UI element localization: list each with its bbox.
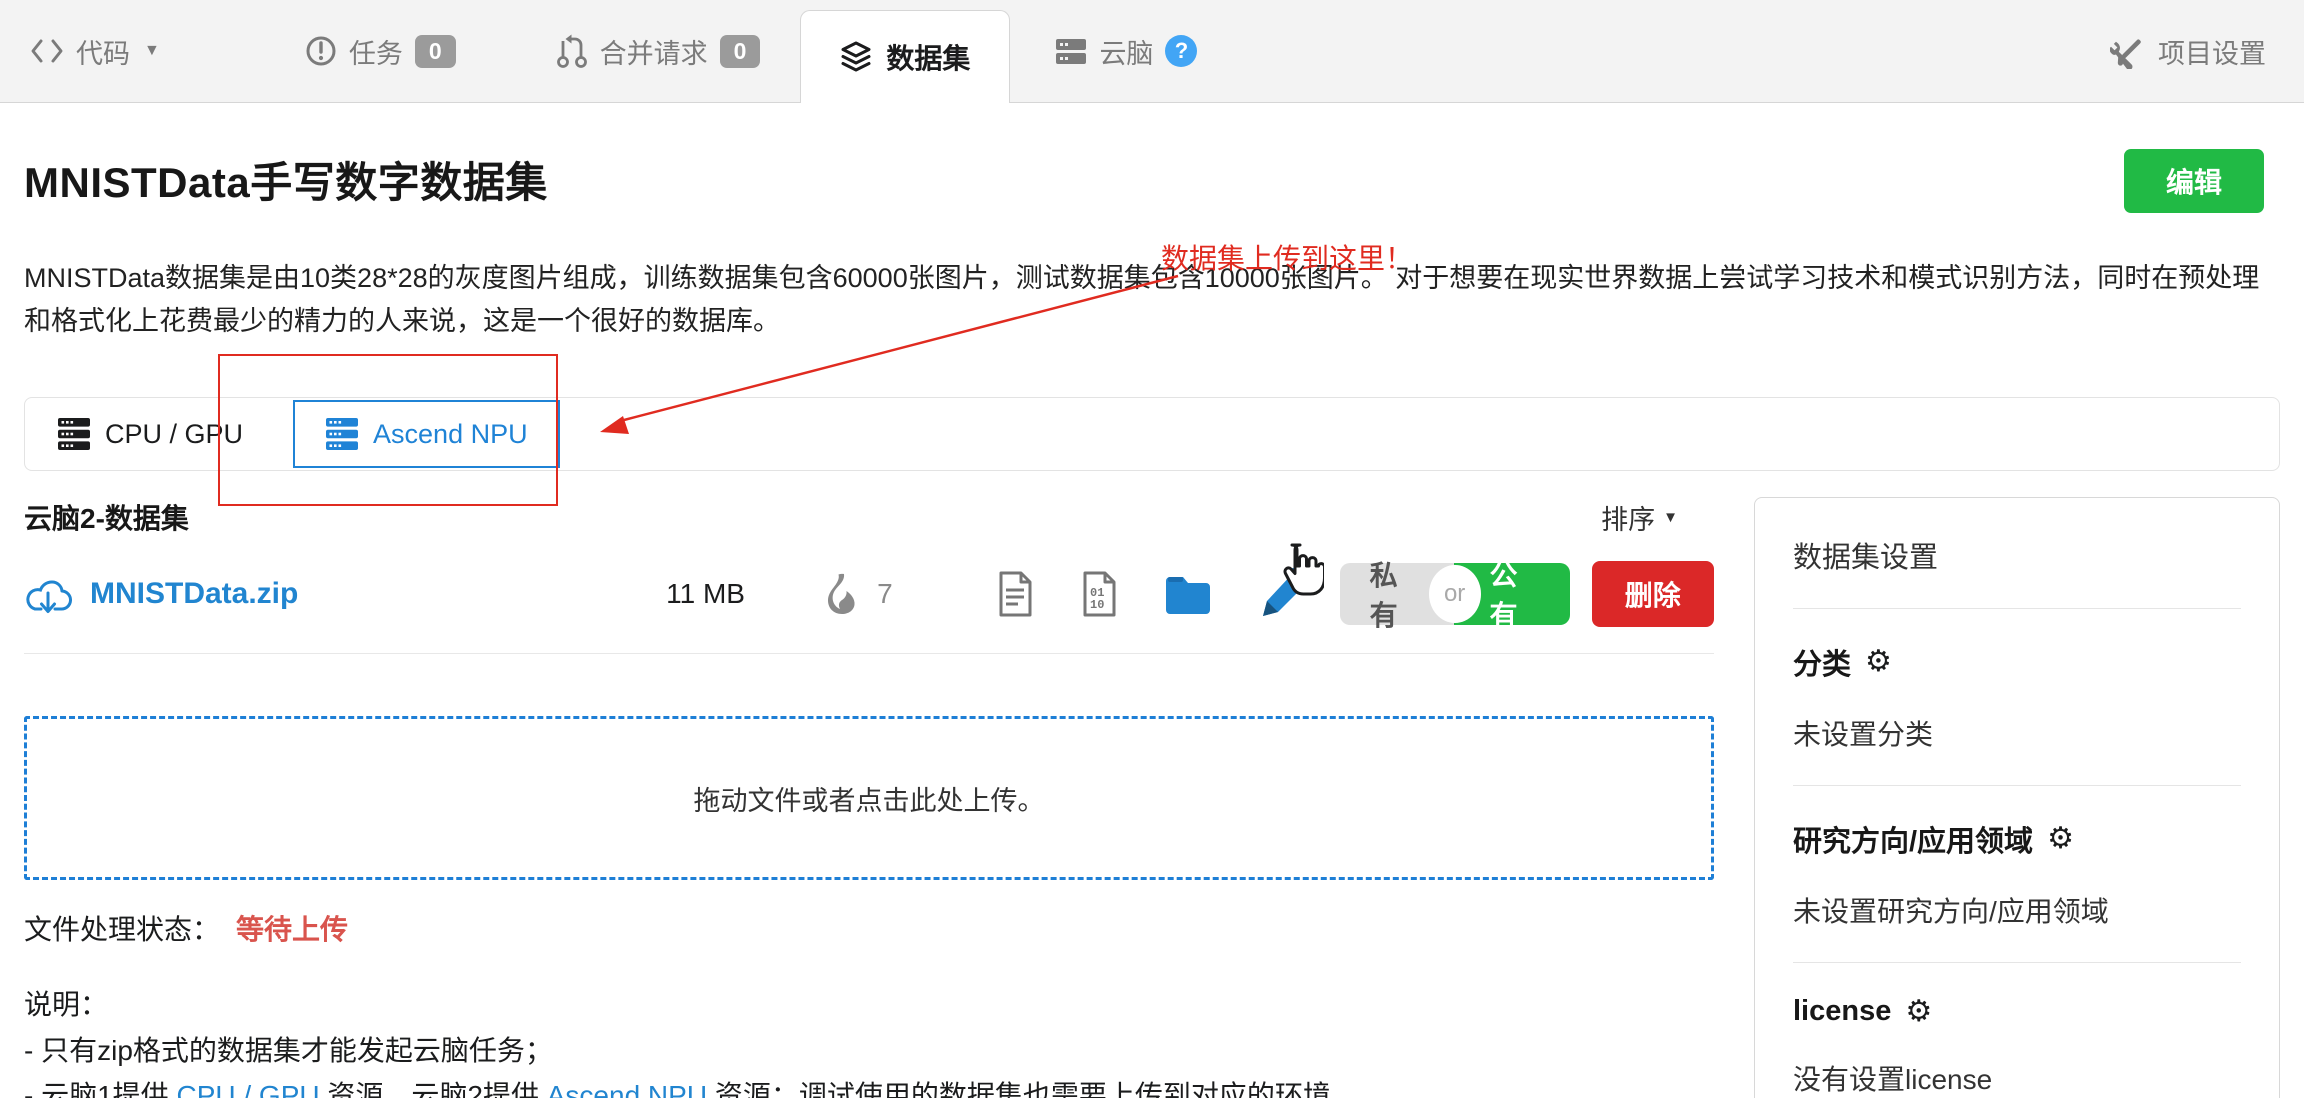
- tab-cpu-gpu[interactable]: CPU / GPU: [57, 417, 243, 451]
- flame-icon: [825, 573, 859, 615]
- category-value: 未设置分类: [1793, 713, 2241, 753]
- gear-icon[interactable]: ⚙: [1905, 997, 1932, 1027]
- tab-cpu-gpu-label: CPU / GPU: [105, 419, 243, 450]
- dataset-description: MNISTData数据集是由10类28*28的灰度图片组成，训练数据集包含600…: [24, 257, 2280, 343]
- divider: [1793, 962, 2241, 963]
- server-rack-icon: [57, 417, 91, 451]
- dataset-page: 代码 ▼ 任务 0 合并请求 0 数据集 云脑 ? 项目设置: [0, 0, 2304, 1098]
- nav-item-project-settings[interactable]: 项目设置: [2110, 32, 2266, 71]
- nav-tab-datasets-active[interactable]: 数据集: [800, 10, 1010, 103]
- divider: [1793, 785, 2241, 786]
- privacy-toggle: 私有 or 公有: [1340, 563, 1570, 625]
- dataset-file-row: MNISTData.zip 11 MB 7 0110: [24, 561, 1714, 654]
- layers-icon: [840, 40, 872, 74]
- annotation-upload-note: 数据集上传到这里！: [1161, 237, 1413, 277]
- notes-line2-text: - 云脑1提供: [24, 1080, 176, 1098]
- file-detail-action[interactable]: [996, 571, 1034, 617]
- top-navigation: 代码 ▼ 任务 0 合并请求 0 数据集 云脑 ? 项目设置: [0, 0, 2304, 103]
- tab-ascend-npu-selected[interactable]: Ascend NPU: [293, 400, 560, 468]
- license-label-text: license: [1793, 995, 1891, 1028]
- ascend-npu-link[interactable]: Ascend NPU: [547, 1080, 707, 1098]
- row-action-icons: 0110: [996, 568, 1310, 620]
- research-field-label-text: 研究方向/应用领域: [1793, 818, 2033, 860]
- category-label-text: 分类: [1793, 641, 1851, 683]
- sort-caret-icon: ▼: [1663, 509, 1678, 526]
- notes-line-2: - 云脑1提供 CPU / GPU 资源，云脑2提供 Ascend NPU 资源…: [24, 1073, 1714, 1098]
- notes-heading: 说明：: [24, 982, 1714, 1027]
- license-value: 没有设置license: [1793, 1058, 2241, 1098]
- dataset-list-header: 云脑2-数据集 排序 ▼: [24, 497, 1714, 537]
- notes-line2-text: 资源；调试使用的数据集也需要上传到对应的环境。: [707, 1080, 1359, 1098]
- nav-datasets-label: 数据集: [886, 37, 970, 77]
- server-icon: [1055, 36, 1087, 66]
- hot-count-block: 7: [825, 573, 946, 615]
- dataset-settings-sidebar: 数据集设置 分类 ⚙ 未设置分类 研究方向/应用领域 ⚙ 未设置研究方向/应用领…: [1754, 497, 2280, 1098]
- upload-dropzone[interactable]: 拖动文件或者点击此处上传。: [24, 716, 1714, 880]
- server-rack-icon-blue: [325, 417, 359, 451]
- code-icon: [30, 38, 64, 64]
- notes-block: 说明： - 只有zip格式的数据集才能发起云脑任务； - 云脑1提供 CPU /…: [24, 982, 1714, 1098]
- sidebar-title: 数据集设置: [1793, 534, 2241, 576]
- research-field-value: 未设置研究方向/应用领域: [1793, 890, 2241, 930]
- issue-icon: [305, 35, 337, 67]
- file-status-value: 等待上传: [236, 914, 348, 945]
- research-field-label: 研究方向/应用领域 ⚙: [1793, 818, 2241, 860]
- notes-line2-text: 资源，云脑2提供: [320, 1080, 547, 1098]
- dataset-file-name: MNISTData.zip: [90, 577, 298, 611]
- tab-ascend-npu-label: Ascend NPU: [373, 419, 528, 450]
- divider: [1793, 608, 2241, 609]
- cpu-gpu-link[interactable]: CPU / GPU: [176, 1080, 319, 1098]
- page-title: MNISTData手写数字数据集: [24, 149, 548, 210]
- file-status-line: 文件处理状态： 等待上传: [24, 908, 1714, 948]
- category-label: 分类 ⚙: [1793, 641, 2241, 683]
- nav-project-settings-label: 项目设置: [2158, 32, 2266, 71]
- hot-count-value: 7: [877, 578, 893, 610]
- sort-dropdown[interactable]: 排序 ▼: [1601, 498, 1678, 537]
- edit-dataset-action[interactable]: [1258, 568, 1310, 620]
- nav-merge-requests-label: 合并请求: [600, 32, 708, 71]
- title-row: MNISTData手写数字数据集 编辑: [24, 149, 2280, 213]
- nav-issues-label: 任务: [349, 32, 403, 71]
- folder-icon: [1164, 574, 1212, 614]
- nav-item-merge-requests[interactable]: 合并请求 0: [556, 32, 761, 71]
- gear-icon[interactable]: ⚙: [1865, 647, 1892, 677]
- binary-file-action[interactable]: 0110: [1080, 571, 1118, 617]
- nav-cloudbrain-label: 云脑: [1099, 32, 1153, 71]
- nav-item-issues[interactable]: 任务 0: [305, 32, 456, 71]
- pencil-icon: [1258, 568, 1310, 620]
- edit-button[interactable]: 编辑: [2124, 149, 2264, 213]
- dataset-file-link[interactable]: MNISTData.zip: [24, 573, 636, 615]
- merge-requests-count-badge: 0: [720, 35, 761, 68]
- dataset-list-column: 云脑2-数据集 排序 ▼ MNISTData.zip 11 MB 7: [24, 497, 1714, 1098]
- sort-label: 排序: [1601, 498, 1655, 537]
- nav-code-label: 代码: [76, 32, 130, 71]
- environment-tabbar: CPU / GPU Ascend NPU: [24, 397, 2280, 471]
- issues-count-badge: 0: [415, 35, 456, 68]
- privacy-or-badge: or: [1429, 565, 1481, 623]
- main-content: MNISTData手写数字数据集 编辑 MNISTData数据集是由10类28*…: [0, 149, 2304, 1098]
- nav-item-cloudbrain[interactable]: 云脑 ?: [1055, 32, 1197, 71]
- cloudbrain2-dataset-heading: 云脑2-数据集: [24, 497, 189, 537]
- chevron-down-icon: ▼: [144, 42, 160, 60]
- dataset-file-size: 11 MB: [636, 578, 775, 610]
- binary-file-icon: 0110: [1080, 571, 1118, 617]
- file-status-label: 文件处理状态：: [24, 914, 220, 945]
- svg-text:10: 10: [1090, 598, 1104, 612]
- tools-icon: [2110, 33, 2146, 69]
- help-icon[interactable]: ?: [1165, 35, 1197, 67]
- license-label: license ⚙: [1793, 995, 2241, 1028]
- document-icon: [996, 571, 1034, 617]
- notes-line-1: - 只有zip格式的数据集才能发起云脑任务；: [24, 1028, 1714, 1073]
- nav-item-code[interactable]: 代码 ▼: [30, 32, 160, 71]
- gear-icon[interactable]: ⚙: [2047, 824, 2074, 854]
- delete-button[interactable]: 删除: [1592, 561, 1714, 627]
- cloud-download-icon: [24, 573, 72, 615]
- folder-action[interactable]: [1164, 574, 1212, 614]
- merge-request-icon: [556, 33, 588, 69]
